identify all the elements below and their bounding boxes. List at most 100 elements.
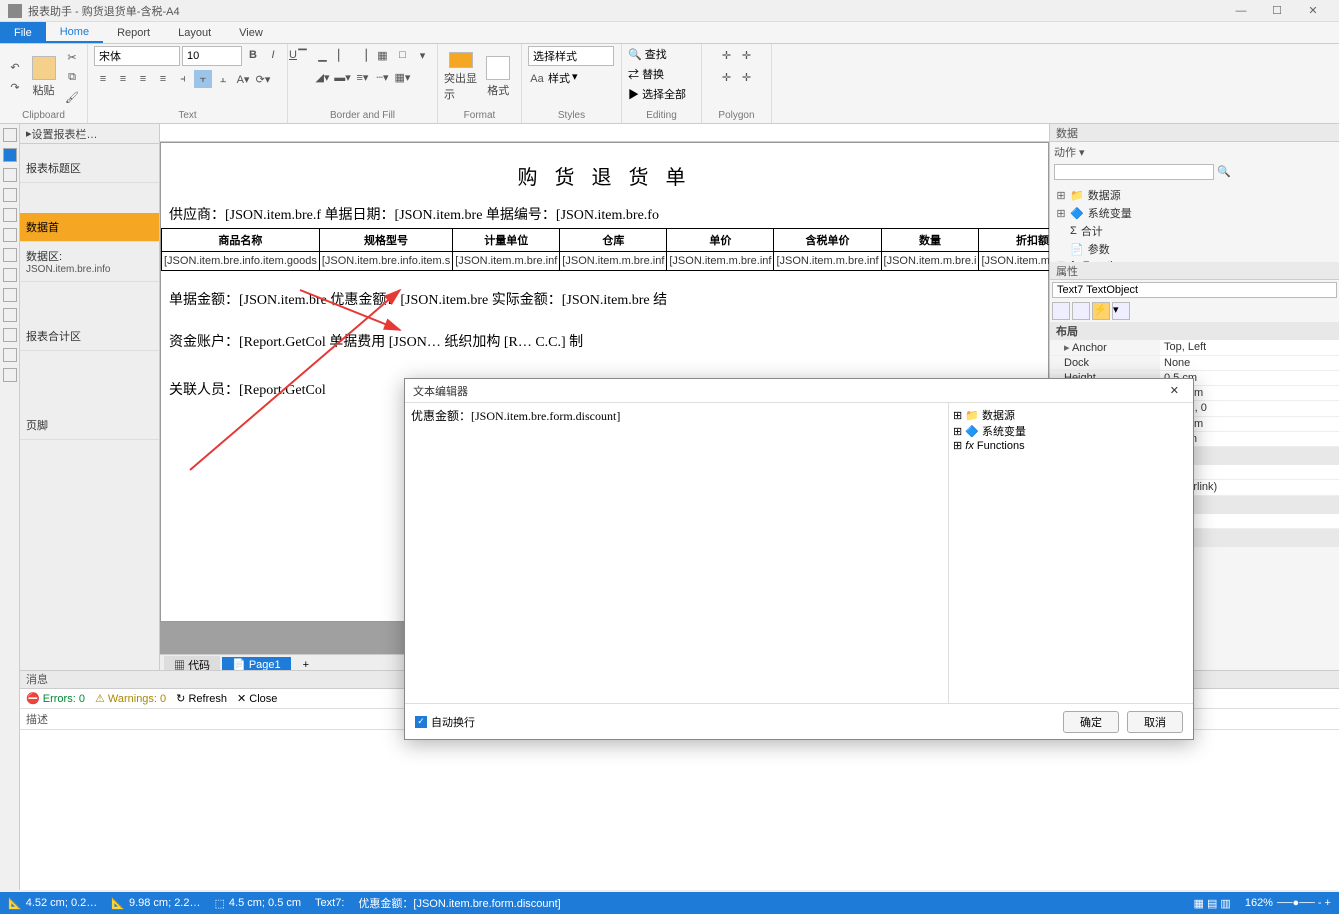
dialog-text-editor[interactable]: 优惠金额：[JSON.item.bre.form.discount] [405,403,949,703]
warnings-count[interactable]: ⚠ Warnings: 0 [95,692,166,705]
border-top-button[interactable]: ▔ [294,46,312,64]
close-messages-button[interactable]: ✕ Close [237,692,277,705]
tool-line[interactable] [3,208,17,222]
align-right-button[interactable]: ≡ [134,70,152,88]
refresh-button[interactable]: ↻ Refresh [176,692,227,705]
report-table[interactable]: 商品名称 规格型号 计量单位 仓库 单价 含税单价 数量 折扣额 金 [JSON… [161,228,1049,271]
font-size-combo[interactable]: 10 [182,46,242,66]
band-data[interactable]: 数据区:JSON.item.bre.info [20,242,159,282]
band-data-header[interactable]: 数据首 [20,213,159,242]
data-node-param[interactable]: 📄 参数 [1056,240,1333,258]
maximize-button[interactable]: ☐ [1259,4,1295,17]
ribbon-border-label: Border and Fill [294,108,431,121]
line-color-button[interactable]: ▬▾ [334,68,352,86]
highlight-button[interactable]: 突出显示 [444,52,478,102]
align-left-button[interactable]: ≡ [94,70,112,88]
tool-table[interactable] [3,188,17,202]
status-zoom[interactable]: 162% ──●── - + [1245,897,1331,909]
border-more-button[interactable]: ▾ [414,46,432,64]
prop-events[interactable]: ⚡ [1092,302,1110,320]
fill-color-button[interactable]: ◢▾ [314,68,332,86]
band-report-summary[interactable]: 报表合计区 [20,322,159,351]
dialog-cancel-button[interactable]: 取消 [1127,711,1183,733]
tool-barcode[interactable] [3,248,17,262]
report-title-text[interactable]: 购 货 退 货 单 [161,143,1048,200]
data-node-source[interactable]: ⊞📁 数据源 [1056,186,1333,204]
tool-other2[interactable] [3,348,17,362]
style-button[interactable]: Aa [528,70,546,88]
border-right-button[interactable]: ▕ [354,46,372,64]
report-row-account[interactable]: 资金账户：[Report.GetCol 单据费用 [JSON… 纸织加构 [R…… [161,327,1048,355]
font-color-button[interactable]: A▾ [234,70,252,88]
report-row-amounts[interactable]: 单据金额：[JSON.item.bre 优惠金额：[JSON.item.bre … [161,285,1048,313]
redo-button[interactable]: ↷ [6,78,24,96]
copy-button[interactable]: ⧉ [63,68,81,86]
valign-top-button[interactable]: ⫞ [174,70,192,88]
tab-home[interactable]: Home [46,22,103,43]
paste-button[interactable]: 粘贴 [28,52,59,102]
tool-chart[interactable] [3,268,17,282]
dialog-wrap-checkbox[interactable]: ✓自动换行 [415,714,475,730]
dialog-close-button[interactable]: ✕ [1164,384,1185,397]
prop-object-combo[interactable]: Text7 TextObject [1052,282,1337,298]
dlg-node-source[interactable]: ⊞ 📁 数据源 [953,407,1189,423]
font-combo[interactable]: 宋体 [94,46,180,66]
prop-filter[interactable]: ▾ [1112,302,1130,320]
line-style-button[interactable]: ┄▾ [374,68,392,86]
cell-style-button[interactable]: ▦▾ [394,68,412,86]
tool-shape[interactable] [3,228,17,242]
tool-other3[interactable] [3,368,17,382]
border-none-button[interactable]: □ [394,46,412,64]
valign-bot-button[interactable]: ⫠ [214,70,232,88]
prop-section-layout[interactable]: 布局 [1050,322,1339,340]
bold-button[interactable]: B [244,46,262,64]
format-painter-button[interactable]: 🖌 [63,88,81,106]
replace-button[interactable]: ⇄ 替换 [628,66,664,82]
poly-1[interactable]: ✛ [718,46,736,64]
rotate-button[interactable]: ⟳▾ [254,70,272,88]
poly-2[interactable]: ✛ [738,46,756,64]
tool-12[interactable] [3,288,17,302]
close-button[interactable]: ✕ [1295,4,1331,17]
dlg-node-func[interactable]: ⊞ fx Functions [953,439,1189,452]
prop-sort-cat[interactable] [1052,302,1070,320]
tab-layout[interactable]: Layout [164,22,225,43]
style-combo[interactable]: 选择样式 [528,46,614,66]
tool-image[interactable] [3,168,17,182]
find-button[interactable]: 🔍 查找 [628,46,667,62]
prop-sort-az[interactable] [1072,302,1090,320]
band-report-title[interactable]: 报表标题区 [20,154,159,183]
errors-count[interactable]: ⛔ Errors: 0 [26,692,85,705]
tool-other1[interactable] [3,328,17,342]
minimize-button[interactable]: — [1223,5,1259,17]
data-search-input[interactable] [1054,164,1214,180]
tab-report[interactable]: Report [103,22,164,43]
border-left-button[interactable]: ▏ [334,46,352,64]
band-page-footer[interactable]: 页脚 [20,411,159,440]
line-width-button[interactable]: ≡▾ [354,68,372,86]
dlg-node-sysvar[interactable]: ⊞ 🔷 系统变量 [953,423,1189,439]
status-view-icons[interactable]: ▦ ▤ ▥ [1194,897,1231,910]
poly-3[interactable]: ✛ [718,68,736,86]
align-center-button[interactable]: ≡ [114,70,132,88]
border-bot-button[interactable]: ▁ [314,46,332,64]
tool-map[interactable] [3,308,17,322]
italic-button[interactable]: I [264,46,282,64]
select-all-button[interactable]: ▶ 选择全部 [628,86,686,102]
report-row-supplier[interactable]: 供应商：[JSON.item.bre.f 单据日期：[JSON.item.bre… [161,200,1048,228]
align-justify-button[interactable]: ≡ [154,70,172,88]
file-menu[interactable]: File [0,22,46,43]
poly-4[interactable]: ✛ [738,68,756,86]
data-node-sysvar[interactable]: ⊞🔷 系统变量 [1056,204,1333,222]
valign-mid-button[interactable]: ⫟ [194,70,212,88]
search-icon[interactable]: 🔍 [1214,166,1231,178]
format-button[interactable]: 格式 [482,52,516,102]
tab-view[interactable]: View [225,22,277,43]
undo-button[interactable]: ↶ [6,58,24,76]
tool-text[interactable] [3,148,17,162]
tool-pointer[interactable] [3,128,17,142]
data-node-total[interactable]: Σ 合计 [1056,222,1333,240]
cut-button[interactable]: ✂ [63,48,81,66]
dialog-ok-button[interactable]: 确定 [1063,711,1119,733]
border-all-button[interactable]: ▦ [374,46,392,64]
